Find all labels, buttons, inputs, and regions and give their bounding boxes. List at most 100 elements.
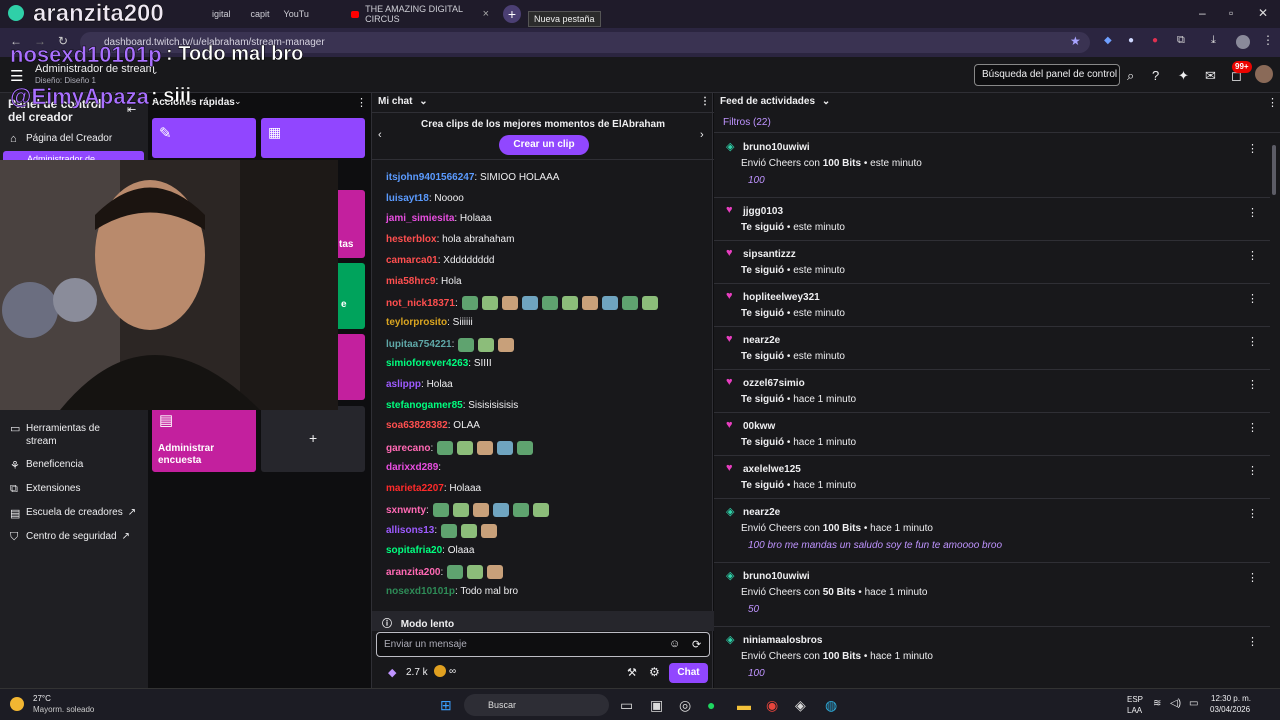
more-icon[interactable]: ⋮ [1267,96,1278,109]
more-icon[interactable]: ⋮ [1247,464,1258,477]
chat-username[interactable]: stefanogamer85 [386,400,463,411]
windows-start-icon[interactable]: ⊞ [440,697,452,714]
event-username[interactable]: nearz2e [743,335,780,346]
chat-emote[interactable] [517,441,534,456]
feed-filter-button[interactable]: Filtros (22) [714,113,1280,133]
activity-event[interactable]: ♥ jjgg0103 Te siguió • este minuto ⋮ [714,198,1270,241]
chat-username[interactable]: itsjohn9401566247 [386,172,474,183]
profile-avatar[interactable] [1236,35,1250,49]
chat-emote[interactable] [457,441,474,456]
taskbar-search[interactable]: Buscar [464,694,609,716]
chat-username[interactable]: nosexd10101p [386,586,455,597]
extension-icon[interactable]: ● [1152,35,1158,46]
chat-username[interactable]: darixxd289 [386,462,438,473]
chat-username[interactable]: jami_simiesita [386,213,454,224]
sidebar-item-charity[interactable]: ⚘ Beneficencia [10,459,83,472]
steam-icon[interactable]: ◈ [795,697,806,714]
chat-emote[interactable] [621,296,638,311]
activity-event[interactable]: ◈ nearz2e Envió Cheers con 100 Bits • hace… [714,499,1270,563]
quick-action-clip[interactable]: ✎ [152,118,256,158]
sidebar-item-stream-tools[interactable]: ▭ Herramientas de stream [10,422,116,448]
search-icon[interactable]: ⌕ [1127,68,1134,84]
minimize-icon[interactable]: – [1199,6,1206,20]
add-quick-action-button[interactable]: + [261,406,365,472]
more-icon[interactable]: ⋮ [700,96,710,107]
quick-action-marker[interactable]: ▦ [261,118,365,158]
folder-icon[interactable]: ▬ [737,697,751,713]
chat-emote[interactable] [437,441,454,456]
user-avatar[interactable] [1255,65,1273,83]
close-window-icon[interactable]: ✕ [1258,6,1268,20]
activity-event[interactable]: ♥ ozzel67simio Te siguió • hace 1 minuto ⋮ [714,370,1270,413]
chat-emote[interactable] [432,503,449,518]
maximize-icon[interactable]: ▫ [1229,6,1233,20]
activity-event[interactable]: ♥ axelelwe125 Te siguió • hace 1 minuto ⋮ [714,456,1270,499]
chat-username[interactable]: allisons13 [386,525,434,536]
more-icon[interactable]: ⋮ [1247,421,1258,434]
event-username[interactable]: ozzel67simio [743,378,805,389]
more-icon[interactable]: ⋮ [1247,335,1258,348]
sidebar-item-extensions[interactable]: ⧉ Extensiones [10,483,80,496]
sidebar-item-safety-center[interactable]: ⛉ Centro de seguridad ↗ [10,531,130,544]
spotify-icon[interactable]: ● [707,697,715,713]
chat-emote[interactable] [487,565,504,580]
wifi-icon[interactable]: ≋ [1153,698,1161,709]
chat-emote[interactable] [641,296,658,311]
event-username[interactable]: nearz2e [743,507,780,518]
chat-username[interactable]: camarca01 [386,255,438,266]
sidebar-item-creator-school[interactable]: ▤ Escuela de creadores ↗ [10,507,136,520]
chat-username[interactable]: aranzita200 [386,567,440,578]
chat-username[interactable]: sopitafria20 [386,545,442,556]
extension-icon[interactable]: ◆ [1104,35,1112,46]
chat-username[interactable]: soa63828382 [386,420,448,431]
feed-scrollbar[interactable] [1272,145,1276,195]
event-username[interactable]: bruno10uwiwi [743,571,810,582]
clock-time[interactable]: 12:30 p. m. [1211,694,1251,703]
chat-emote[interactable] [478,337,495,352]
chat-emote[interactable] [521,296,538,311]
chat-emote[interactable] [581,296,598,311]
lang-label[interactable]: ESP [1127,695,1143,704]
translate-icon[interactable]: ⟳ [692,638,701,651]
chevron-left-icon[interactable]: ‹ [378,129,382,141]
chat-username[interactable]: lupitaa754221 [386,339,452,350]
more-icon[interactable]: ⋮ [1247,249,1258,262]
help-icon[interactable]: ? [1152,68,1159,83]
event-username[interactable]: niniamaalosbros [743,635,822,646]
chat-emote[interactable] [481,296,498,311]
event-username[interactable]: bruno10uwiwi [743,142,810,153]
new-tab-button[interactable]: + [503,5,521,23]
activity-event[interactable]: ◈ bruno10uwiwi Envió Cheers con 50 Bits • … [714,563,1270,627]
chat-emote[interactable] [492,503,509,518]
dashboard-search-input[interactable]: Búsqueda del panel de control [974,64,1120,86]
chat-emote[interactable] [461,296,478,311]
battery-icon[interactable]: ▭ [1189,698,1198,709]
more-icon[interactable]: ⋮ [1247,378,1258,391]
activity-event[interactable]: ♥ 00kww Te siguió • hace 1 minuto ⋮ [714,413,1270,456]
chat-emote[interactable] [601,296,618,311]
edge-icon[interactable]: ◍ [825,697,837,714]
chevron-right-icon[interactable]: › [700,129,704,141]
chevron-down-icon[interactable]: ⌄ [822,96,830,107]
chat-emote[interactable] [441,523,458,538]
sparkle-icon[interactable]: ✦ [1178,68,1189,84]
more-icon[interactable]: ⋮ [1247,635,1258,648]
chrome-icon[interactable]: ◉ [766,697,778,714]
chat-emote[interactable] [501,296,518,311]
chat-username[interactable]: sxnwnty [386,505,426,516]
chat-send-button[interactable]: Chat [669,663,708,683]
download-icon[interactable]: ⤓ [1211,34,1216,47]
puzzle-icon[interactable]: ⧉ [1177,34,1185,47]
activity-event[interactable]: ♥ nearz2e Te siguió • este minuto ⋮ [714,327,1270,370]
event-username[interactable]: jjgg0103 [743,206,783,217]
bookmark-star-icon[interactable]: ★ [1070,34,1081,48]
chat-emote[interactable] [532,503,549,518]
more-icon[interactable]: ⋮ [1247,142,1258,155]
chat-username[interactable]: mia58hrc9 [386,276,435,287]
activity-event[interactable]: ◈ bruno10uwiwi Envió Cheers con 100 Bits •… [714,134,1270,198]
emote-picker-icon[interactable]: ☺ [669,638,680,650]
chevron-down-icon[interactable]: ⌄ [419,96,427,107]
more-icon[interactable]: ⋮ [1247,206,1258,219]
volume-icon[interactable]: ◁) [1170,698,1181,709]
more-icon[interactable]: ⋮ [356,96,367,109]
